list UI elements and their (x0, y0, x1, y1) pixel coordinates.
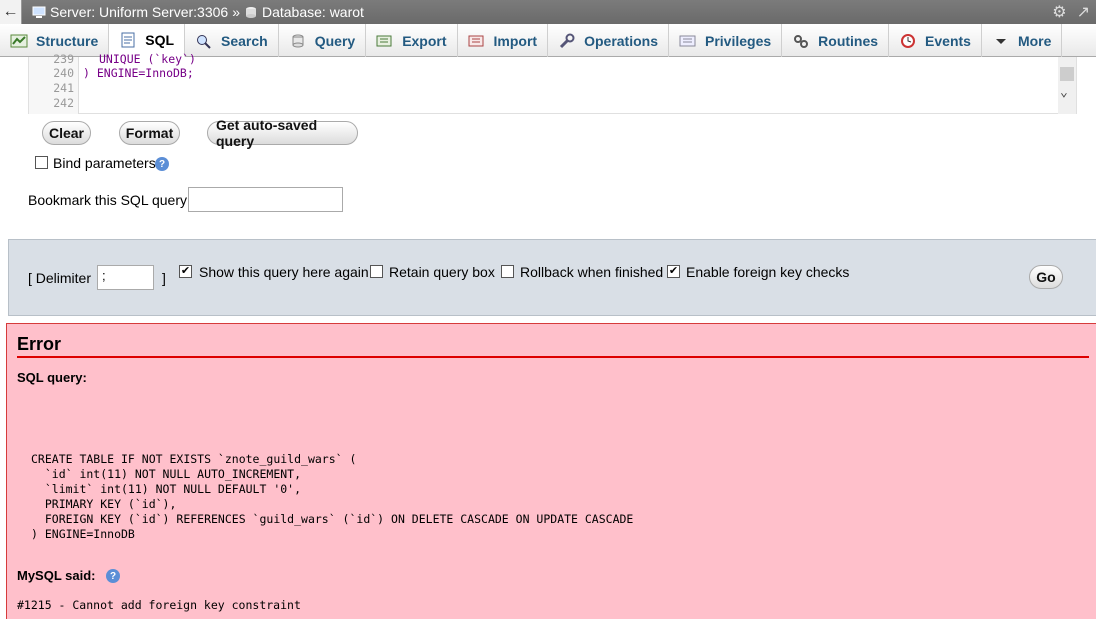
delimiter-close-bracket: ] (162, 270, 166, 286)
line-number-gutter: 239 240 241 242 (29, 52, 79, 114)
bind-parameters-label: Bind parameters (53, 155, 156, 171)
mysql-said-label: MySQL said: (17, 568, 96, 583)
query-line: ) ENGINE=InnoDB (31, 527, 135, 541)
tab-events[interactable]: Events (889, 24, 982, 57)
tab-routines[interactable]: Routines (782, 24, 890, 57)
rollback-checkbox[interactable] (501, 265, 514, 278)
editor-scrollbar[interactable]: ⌄ (1058, 57, 1076, 114)
code-line: ) ENGINE=InnoDB; (83, 66, 194, 80)
tab-label: More (1017, 32, 1052, 49)
query-line: FOREIGN KEY (`id`) REFERENCES `guild_war… (31, 512, 634, 526)
breadcrumb: Server: Uniform Server:3306 » Database: … (32, 4, 364, 20)
export-icon (376, 35, 392, 46)
clock-icon (901, 33, 916, 48)
code-line: UNIQUE (`key`) (99, 52, 196, 66)
query-line: CREATE TABLE IF NOT EXISTS `znote_guild_… (31, 452, 357, 466)
search-icon (197, 34, 211, 49)
breadcrumb-separator: » (232, 4, 240, 20)
import-icon (468, 35, 484, 46)
tab-label: SQL (145, 32, 175, 48)
show-query-label: Show this query here again (199, 264, 369, 280)
line-number: 242 (53, 96, 74, 110)
breadcrumb-bar: ← Server: Uniform Server:3306 » Database… (0, 0, 1096, 24)
tab-privileges[interactable]: Privileges (669, 24, 783, 57)
sql-icon (121, 32, 135, 48)
rollback-label: Rollback when finished (520, 264, 664, 280)
line-number: 241 (53, 81, 74, 95)
tab-label: Routines (818, 32, 879, 49)
tab-search[interactable]: Search (185, 24, 279, 57)
routines-icon (794, 34, 809, 48)
bind-parameters-checkbox[interactable] (35, 156, 48, 169)
breadcrumb-database[interactable]: Database: warot (262, 4, 364, 20)
help-icon[interactable]: ? (106, 569, 120, 583)
show-query-checkbox[interactable]: ✔ (179, 265, 192, 278)
scrollbar-thumb[interactable] (1060, 67, 1074, 81)
collapse-icon[interactable]: ↗ (1077, 2, 1090, 22)
query-line: `limit` int(11) NOT NULL DEFAULT '0', (31, 482, 302, 496)
sql-query-label: SQL query: (17, 370, 87, 385)
tab-label: Structure (36, 32, 99, 49)
bookmark-label: Bookmark this SQL query: (28, 192, 191, 208)
wrench-icon (560, 33, 575, 48)
go-button[interactable]: Go (1029, 265, 1063, 289)
line-number: 239 (53, 52, 74, 66)
chevron-down-icon (995, 38, 1006, 44)
tab-query[interactable]: Query (279, 24, 367, 57)
server-icon (32, 6, 46, 18)
settings-gear-icon[interactable]: ⚙ (1052, 2, 1066, 22)
format-button[interactable]: Format (119, 121, 180, 145)
sql-editor[interactable]: 239 240 241 242 UNIQUE (`key`) ) ENGINE=… (28, 52, 1077, 114)
tab-label: Search (221, 32, 268, 49)
error-message-box: Error SQL query: CREATE TABLE IF NOT EXI… (6, 323, 1096, 619)
tab-operations[interactable]: Operations (548, 24, 669, 57)
tab-more[interactable]: More (982, 24, 1063, 57)
tab-label: Query (314, 32, 356, 49)
retain-query-box-label: Retain query box (389, 264, 495, 280)
query-line: PRIMARY KEY (`id`), (31, 497, 177, 511)
delimiter-input[interactable]: ; (97, 265, 154, 290)
help-icon[interactable]: ? (155, 157, 169, 171)
foreign-key-checks-checkbox[interactable]: ✔ (667, 265, 680, 278)
error-message: #1215 - Cannot add foreign key constrain… (17, 598, 301, 612)
privileges-icon (679, 35, 696, 46)
tab-label: Privileges (705, 32, 772, 49)
back-arrow-icon[interactable]: ← (0, 0, 22, 24)
query-line: `id` int(11) NOT NULL AUTO_INCREMENT, (31, 467, 302, 481)
tab-label: Import (493, 32, 538, 49)
clear-button[interactable]: Clear (42, 121, 91, 145)
retain-query-box-checkbox[interactable] (370, 265, 383, 278)
bookmark-input[interactable] (188, 187, 343, 212)
error-title: Error (17, 334, 1089, 358)
delimiter-label: [ Delimiter (28, 270, 92, 286)
tab-label: Export (402, 32, 447, 49)
scroll-down-icon[interactable]: ⌄ (1060, 85, 1068, 100)
structure-icon (10, 34, 28, 47)
query-icon (292, 34, 304, 47)
breadcrumb-server[interactable]: Server: Uniform Server:3306 (50, 4, 228, 20)
foreign-key-checks-label: Enable foreign key checks (686, 264, 850, 280)
get-auto-saved-query-button[interactable]: Get auto-saved query (207, 117, 358, 149)
tab-export[interactable]: Export (366, 24, 458, 57)
tab-import[interactable]: Import (458, 24, 549, 57)
tab-label: Operations (584, 32, 658, 49)
tab-label: Events (925, 32, 971, 49)
line-number: 240 (53, 66, 74, 80)
database-icon (245, 7, 256, 18)
